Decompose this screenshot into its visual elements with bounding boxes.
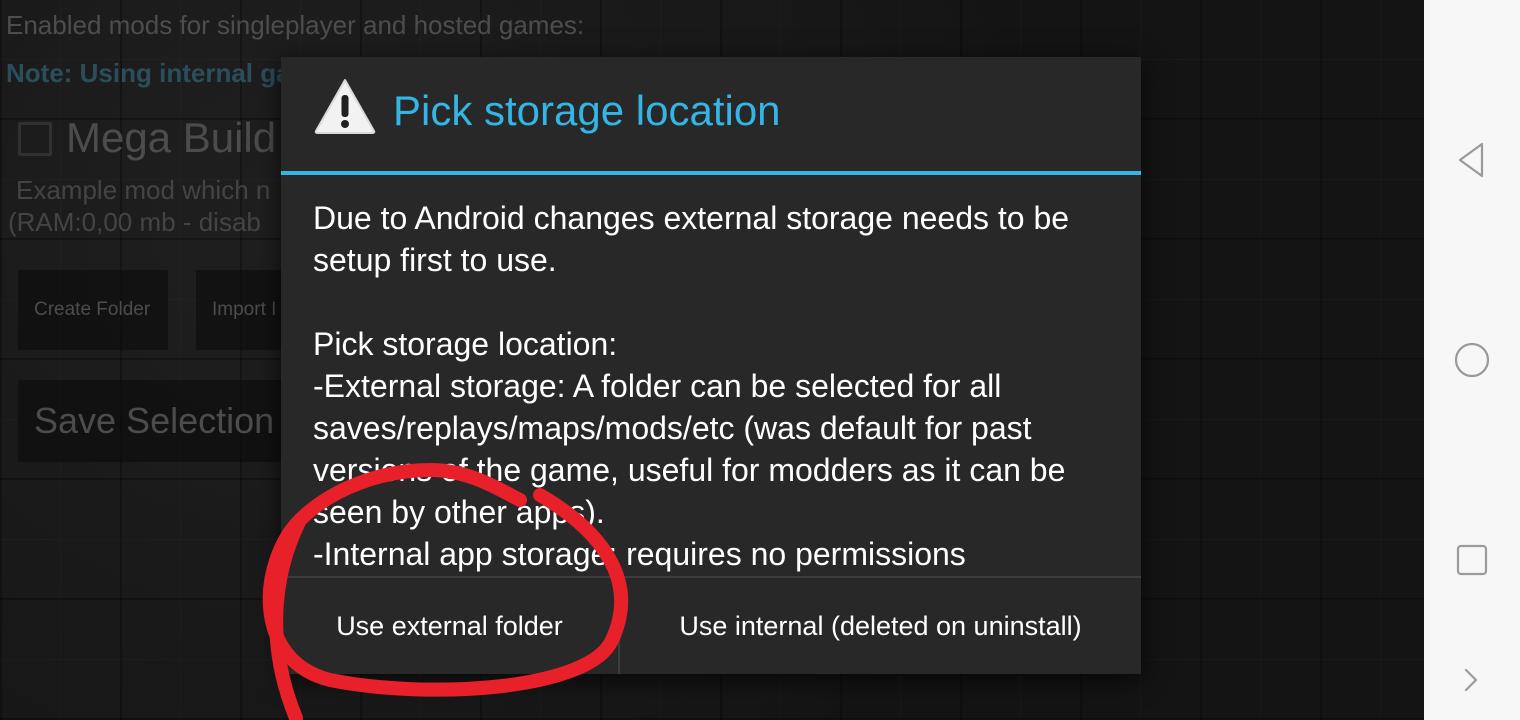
android-navigation-bar xyxy=(1424,0,1520,720)
mod-checkbox[interactable] xyxy=(18,122,52,156)
home-icon[interactable] xyxy=(1452,340,1492,380)
mod-description: Example mod which n xyxy=(16,175,271,205)
back-icon[interactable] xyxy=(1452,140,1492,180)
save-selection-button[interactable]: Save Selection xyxy=(18,380,288,462)
message-paragraph: Due to Android changes external storage … xyxy=(313,200,1078,278)
use-internal-storage-button[interactable]: Use internal (deleted on uninstall) xyxy=(620,578,1141,674)
expand-icon[interactable] xyxy=(1452,660,1492,700)
recents-icon[interactable] xyxy=(1452,540,1492,580)
mods-header: Enabled mods for singleplayer and hosted… xyxy=(6,10,585,40)
message-paragraph: Pick storage location: -External storage… xyxy=(313,326,1066,572)
dialog-button-bar: Use external folder Use internal (delete… xyxy=(281,578,1141,674)
use-external-folder-button[interactable]: Use external folder xyxy=(281,578,620,674)
mod-name: Mega Build xyxy=(66,114,277,161)
dialog-title: Pick storage location xyxy=(393,87,781,134)
storage-dialog: Pick storage location Due to Android cha… xyxy=(281,57,1141,674)
mod-ram-info: (RAM:0,00 mb - disab xyxy=(8,207,261,237)
create-folder-button[interactable]: Create Folder xyxy=(18,270,168,350)
dialog-header: Pick storage location xyxy=(281,57,1141,173)
warning-icon xyxy=(314,79,376,134)
title-divider xyxy=(281,171,1141,175)
dialog-message: Due to Android changes external storage … xyxy=(313,197,1113,573)
storage-note: Note: Using internal ga xyxy=(6,58,291,88)
